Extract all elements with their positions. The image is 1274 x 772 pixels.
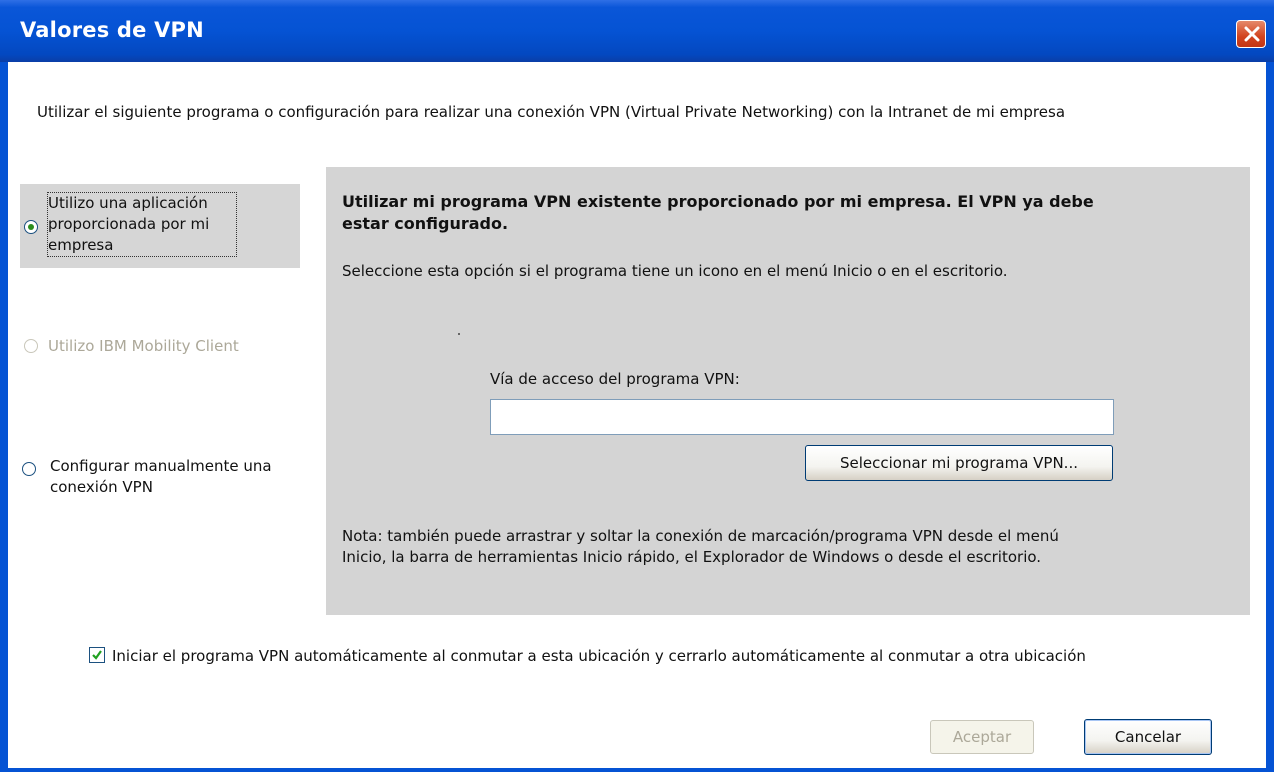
close-button[interactable] bbox=[1236, 20, 1266, 48]
option-existing-app-label[interactable]: Utilizo una aplicación proporcionada por… bbox=[47, 192, 237, 257]
cancel-button[interactable]: Cancelar bbox=[1084, 719, 1212, 755]
panel-description: Seleccione esta opción si el programa ti… bbox=[342, 262, 1008, 280]
radio-existing-app[interactable] bbox=[24, 220, 38, 234]
option-manual-config-line1: Configurar manualmente una bbox=[50, 457, 272, 475]
title-bar[interactable]: Valores de VPN bbox=[0, 0, 1274, 62]
select-vpn-program-button[interactable]: Seleccionar mi programa VPN... bbox=[805, 445, 1113, 481]
note-line1: Nota: también puede arrastrar y soltar l… bbox=[342, 527, 1059, 545]
radio-ibm-mobility bbox=[24, 339, 38, 353]
intro-text: Utilizar el siguiente programa o configu… bbox=[37, 103, 1066, 121]
close-icon bbox=[1244, 26, 1260, 42]
panel-heading-line2: estar configurado. bbox=[342, 214, 509, 233]
window-frame-right bbox=[1266, 62, 1274, 772]
option-ibm-mobility-label: Utilizo IBM Mobility Client bbox=[48, 337, 239, 355]
stray-dot bbox=[458, 333, 460, 335]
radio-manual-config[interactable] bbox=[22, 462, 36, 476]
option-existing-app-line3: empresa bbox=[48, 236, 114, 254]
window-frame-bottom bbox=[0, 768, 1274, 772]
note-line2: Inicio, la barra de herramientas Inicio … bbox=[342, 548, 1042, 566]
option-manual-config-line2: conexión VPN bbox=[50, 478, 153, 496]
panel-heading-line1: Utilizar mi programa VPN existente propo… bbox=[342, 192, 1094, 211]
checkmark-icon bbox=[92, 650, 102, 660]
window-title: Valores de VPN bbox=[20, 18, 204, 42]
drag-drop-note: Nota: también puede arrastrar y soltar l… bbox=[342, 526, 1222, 568]
vpn-path-input[interactable] bbox=[490, 399, 1114, 435]
vpn-settings-dialog: Valores de VPN Utilizar el siguiente pro… bbox=[0, 0, 1274, 772]
panel-heading: Utilizar mi programa VPN existente propo… bbox=[342, 191, 1202, 235]
option-existing-app-line1: Utilizo una aplicación bbox=[48, 194, 208, 212]
ok-button[interactable]: Aceptar bbox=[930, 720, 1034, 754]
auto-start-label[interactable]: Iniciar el programa VPN automáticamente … bbox=[112, 647, 1086, 665]
option-existing-app-line2: proporcionada por mi bbox=[48, 215, 210, 233]
radio-selected-dot bbox=[28, 224, 34, 230]
vpn-path-label: Vía de acceso del programa VPN: bbox=[490, 370, 740, 388]
auto-start-checkbox[interactable] bbox=[89, 647, 105, 663]
option-manual-config-label[interactable]: Configurar manualmente una conexión VPN bbox=[50, 456, 272, 498]
window-frame-left bbox=[0, 62, 8, 772]
